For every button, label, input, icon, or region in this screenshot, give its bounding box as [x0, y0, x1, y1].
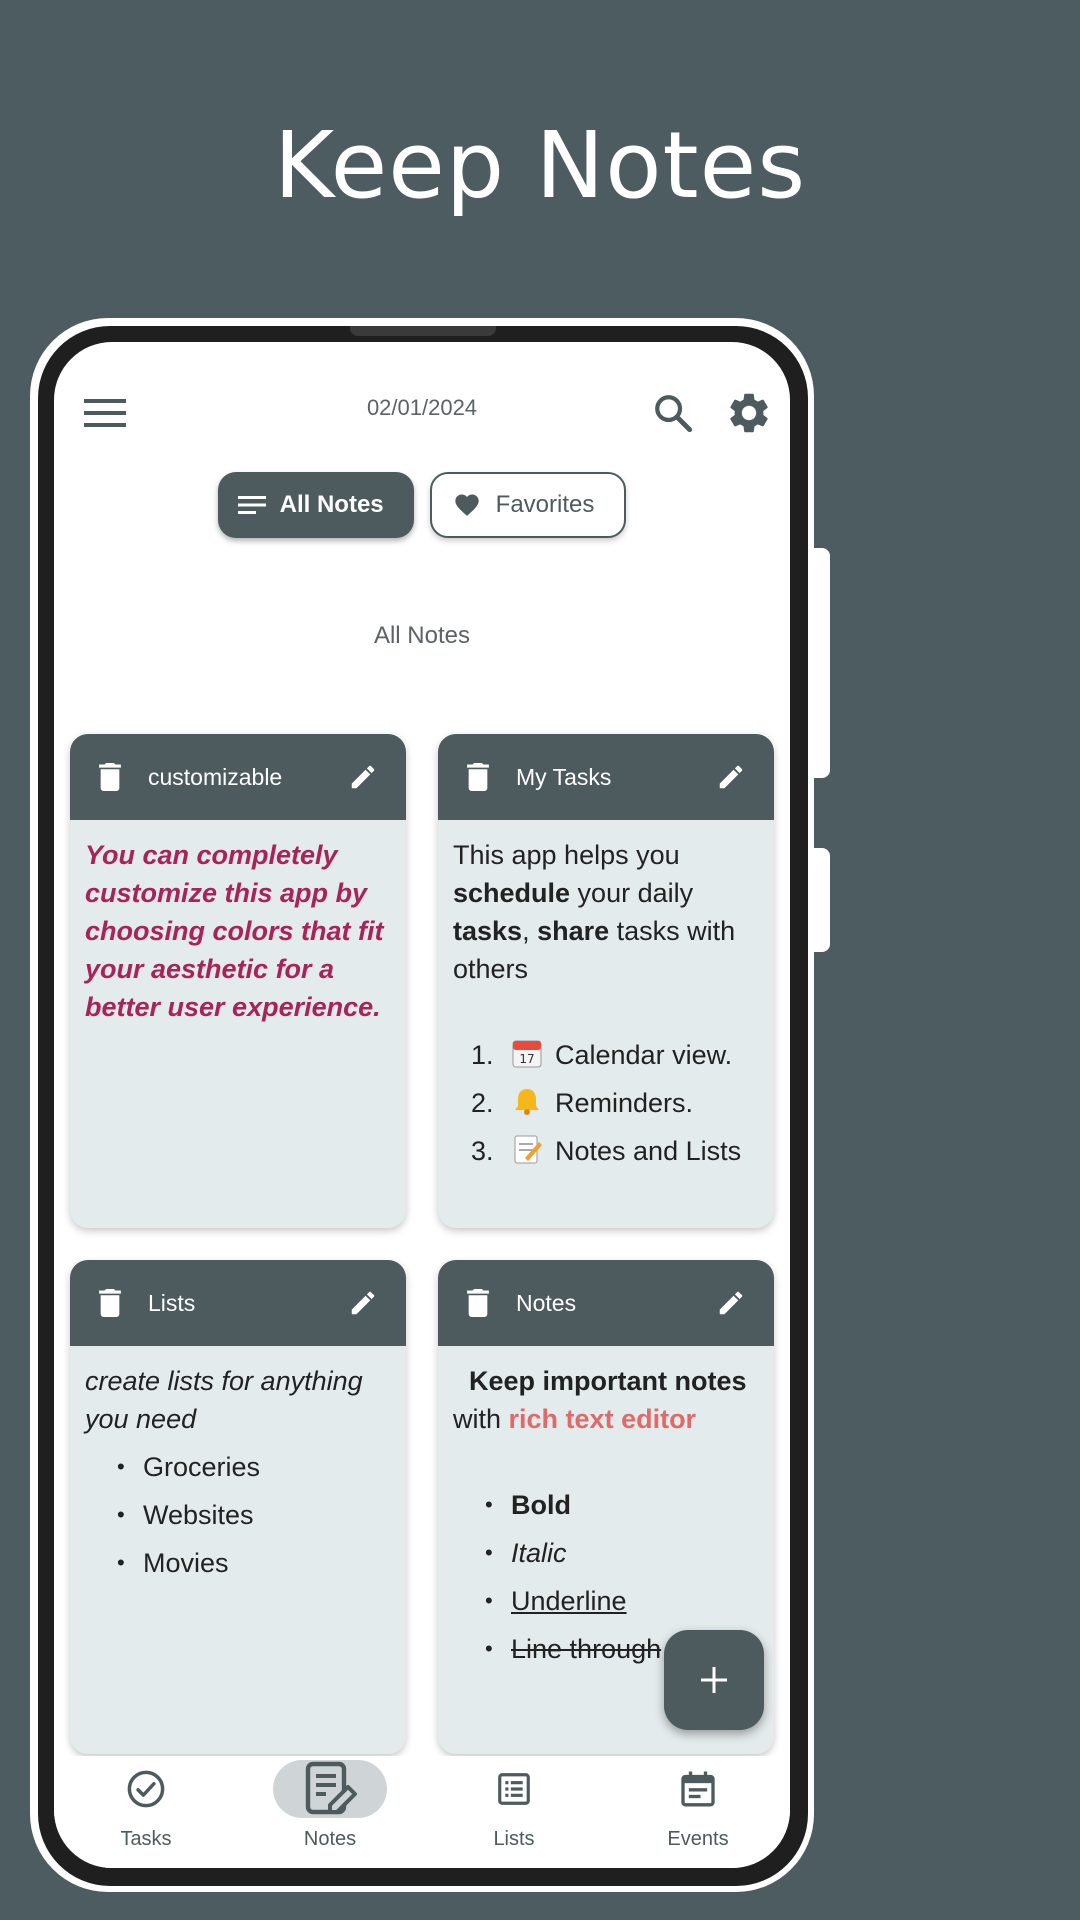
- list-item: • Websites: [117, 1500, 254, 1530]
- note-intro: create lists for anything you need: [85, 1366, 363, 1434]
- check-circle-icon: [127, 1770, 165, 1808]
- memo-emoji: [514, 1135, 542, 1164]
- favorites-chip[interactable]: Favorites: [429, 472, 627, 538]
- note-intro: This app helps you schedule your daily t…: [453, 840, 736, 984]
- note-intro: Keep important notes: [469, 1366, 747, 1396]
- list-item: • Bold: [485, 1490, 571, 1520]
- note-body: create lists for anything you need • Groc…: [70, 1346, 406, 1718]
- note-card[interactable]: My Tasks This app helps you schedule you…: [438, 734, 774, 1228]
- trash-icon[interactable]: [466, 763, 490, 791]
- note-edit-icon: [305, 1761, 357, 1815]
- note-text: You can completely customize this app by…: [85, 840, 384, 1022]
- list-item: • Underline: [485, 1586, 627, 1616]
- gear-icon[interactable]: [720, 384, 778, 442]
- note-card-header: Lists: [70, 1260, 406, 1346]
- note-title: Notes: [516, 1289, 577, 1316]
- phone-side-button: [814, 548, 830, 778]
- phone-speaker: [350, 326, 496, 336]
- nav-events[interactable]: Events: [606, 1756, 790, 1868]
- nav-tasks[interactable]: Tasks: [54, 1756, 238, 1868]
- edit-icon[interactable]: [348, 1288, 378, 1318]
- all-notes-chip[interactable]: All Notes: [217, 472, 414, 538]
- note-card[interactable]: Lists create lists for anything you need…: [70, 1260, 406, 1754]
- add-note-button[interactable]: [664, 1630, 764, 1730]
- list-item: 1. 17 Calendar view.: [471, 1040, 733, 1070]
- bottom-nav: Tasks Notes Lists Events: [54, 1756, 790, 1868]
- nav-label: Lists: [493, 1828, 535, 1850]
- nav-label: Events: [667, 1828, 729, 1850]
- nav-icon-container: [457, 1760, 571, 1818]
- nav-icon-container: [89, 1760, 203, 1818]
- numbered-list: 1. 17 Calendar view. 2. Reminders. 3. Not…: [453, 1036, 759, 1170]
- search-icon[interactable]: [646, 386, 700, 440]
- bullet-list: • Groceries • Websites • Movies: [85, 1448, 391, 1582]
- note-card-header: customizable: [70, 734, 406, 820]
- note-card-header: Notes: [438, 1260, 774, 1346]
- promo-title: Keep Notes: [273, 112, 807, 219]
- calendar-icon: [681, 1771, 715, 1807]
- list-item: • Groceries: [117, 1452, 261, 1482]
- svg-text:17: 17: [519, 1052, 534, 1066]
- note-card[interactable]: customizable You can completely customiz…: [70, 734, 406, 1228]
- note-intro-line: with rich text editor: [453, 1404, 697, 1434]
- nav-label: Tasks: [120, 1828, 172, 1850]
- list-item: 3. Notes and Lists: [471, 1135, 742, 1166]
- edit-icon[interactable]: [716, 1288, 746, 1318]
- note-body: This app helps you schedule your daily t…: [438, 820, 774, 1192]
- all-notes-chip-label: All Notes: [279, 491, 384, 518]
- nav-icon-container: [273, 1760, 387, 1818]
- filter-chips: All Notes Favorites: [54, 472, 790, 538]
- edit-icon[interactable]: [716, 762, 746, 792]
- note-title: My Tasks: [516, 763, 612, 790]
- trash-icon[interactable]: [98, 1289, 122, 1317]
- edit-icon[interactable]: [348, 762, 378, 792]
- list-item: • Italic: [485, 1538, 567, 1568]
- note-card-header: My Tasks: [438, 734, 774, 820]
- note-title: customizable: [148, 763, 283, 790]
- phone-side-button: [814, 848, 830, 952]
- nav-lists[interactable]: Lists: [422, 1756, 606, 1868]
- nav-label: Notes: [303, 1828, 357, 1850]
- calendar-emoji: 17: [512, 1040, 542, 1068]
- trash-icon[interactable]: [98, 763, 122, 791]
- list-item: 2. Reminders.: [471, 1088, 694, 1118]
- list-icon: [237, 496, 266, 514]
- list-item: • Movies: [117, 1548, 229, 1578]
- plus-icon: [701, 1667, 727, 1693]
- section-title: All Notes: [373, 622, 471, 649]
- nav-notes[interactable]: Notes: [238, 1756, 422, 1868]
- bell-emoji: [515, 1089, 539, 1115]
- list-box-icon: [498, 1773, 530, 1805]
- nav-icon-container: [641, 1760, 755, 1818]
- note-body: You can completely customize this app by…: [70, 820, 406, 1192]
- favorites-chip-label: Favorites: [495, 491, 595, 518]
- trash-icon[interactable]: [466, 1289, 490, 1317]
- note-title: Lists: [148, 1289, 196, 1316]
- heart-icon: [454, 494, 479, 516]
- app-screen: 02/01/2024 All Notes Favorites All Notes…: [54, 342, 790, 1868]
